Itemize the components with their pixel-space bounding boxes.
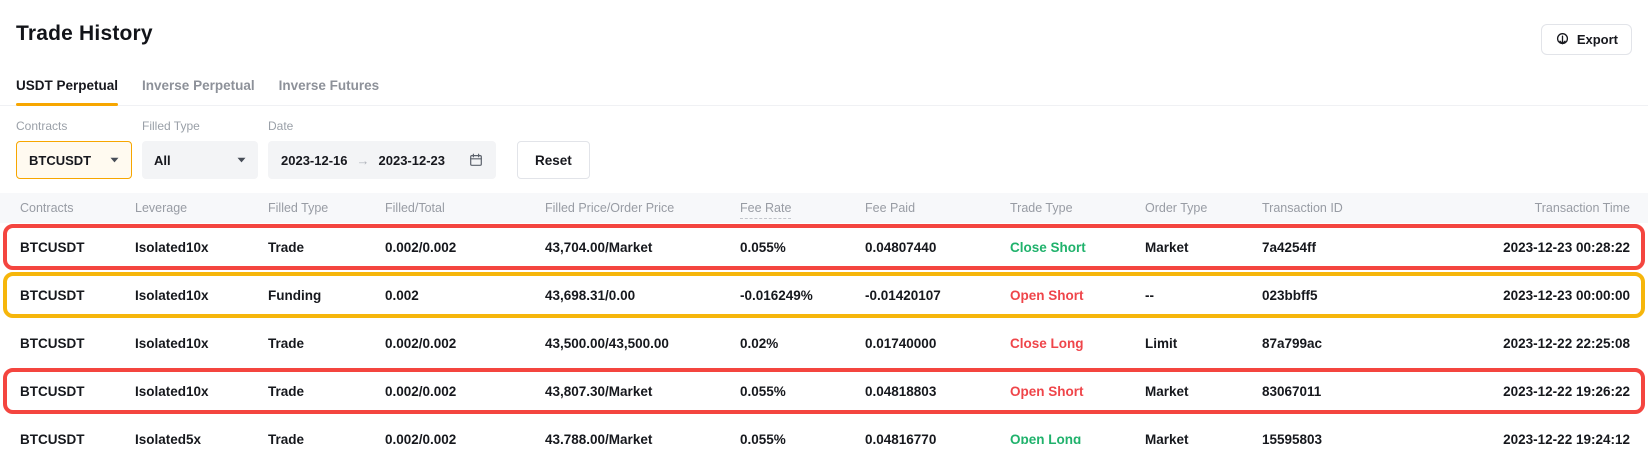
date-filter-label: Date: [268, 119, 496, 133]
table-row: BTCUSDTIsolated10xTrade0.002/0.00243,500…: [0, 319, 1648, 367]
chevron-down-icon: [237, 157, 246, 163]
cell-contracts: BTCUSDT: [20, 336, 135, 351]
column-header-order_type: Order Type: [1145, 201, 1262, 215]
tab-usdt-perpetual[interactable]: USDT Perpetual: [16, 78, 118, 105]
chevron-down-icon: [110, 157, 119, 163]
cell-filled_type: Funding: [268, 288, 385, 303]
cell-tx_id: 023bbff5: [1262, 288, 1420, 303]
cell-filled_total: 0.002: [385, 288, 545, 303]
cell-tx_id: 87a799ac: [1262, 336, 1420, 351]
cell-filled_total: 0.002/0.002: [385, 336, 545, 351]
cell-leverage: Isolated10x: [135, 384, 268, 399]
cell-tx_time: 2023-12-23 00:00:00: [1420, 288, 1630, 303]
cell-filled_type: Trade: [268, 336, 385, 351]
table-row: BTCUSDTIsolated10xFunding0.00243,698.31/…: [0, 271, 1648, 319]
export-button[interactable]: Export: [1541, 24, 1632, 55]
cell-price: 43,698.31/0.00: [545, 288, 740, 303]
contracts-select[interactable]: BTCUSDT: [16, 141, 132, 179]
cell-fee_rate: 0.02%: [740, 336, 865, 351]
cell-order_type: Market: [1145, 384, 1262, 399]
cell-trade_type: Close Long: [1010, 336, 1145, 351]
table-body: BTCUSDTIsolated10xTrade0.002/0.00243,704…: [0, 223, 1648, 463]
trade-history-table: ContractsLeverageFilled TypeFilled/Total…: [0, 193, 1648, 463]
cell-filled_type: Trade: [268, 384, 385, 399]
export-button-label: Export: [1577, 32, 1618, 47]
column-header-filled_total: Filled/Total: [385, 201, 545, 215]
cell-tx_time: 2023-12-23 00:28:22: [1420, 240, 1630, 255]
cell-fee_rate: 0.055%: [740, 384, 865, 399]
date-filter: Date 2023-12-16 → 2023-12-23: [268, 119, 496, 179]
cell-order_type: Market: [1145, 240, 1262, 255]
contracts-filter-label: Contracts: [16, 119, 132, 133]
cell-tx_time: 2023-12-22 22:25:08: [1420, 336, 1630, 351]
filled-type-select-value: All: [154, 153, 171, 168]
filled-type-select[interactable]: All: [142, 141, 258, 179]
tab-bar: USDT Perpetual Inverse Perpetual Inverse…: [0, 78, 1648, 106]
filled-type-filter: Filled Type All: [142, 119, 258, 179]
cell-contracts: BTCUSDT: [20, 240, 135, 255]
date-range-arrow-icon: →: [357, 153, 370, 168]
reset-button[interactable]: Reset: [517, 141, 590, 179]
cell-tx_time: 2023-12-22 19:26:22: [1420, 384, 1630, 399]
cell-fee_rate: -0.016249%: [740, 288, 865, 303]
filters-bar: Contracts BTCUSDT Filled Type All Date 2…: [0, 119, 1648, 179]
export-download-icon: [1555, 32, 1570, 47]
column-header-fee_paid: Fee Paid: [865, 201, 1010, 215]
cell-filled_type: Trade: [268, 240, 385, 255]
cell-trade_type: Open Short: [1010, 288, 1145, 303]
date-range-picker[interactable]: 2023-12-16 → 2023-12-23: [268, 141, 496, 179]
contracts-filter: Contracts BTCUSDT: [16, 119, 132, 179]
cell-filled_total: 0.002/0.002: [385, 240, 545, 255]
tab-inverse-futures[interactable]: Inverse Futures: [279, 78, 380, 105]
cell-price: 43,807.30/Market: [545, 384, 740, 399]
cell-tx_id: 7a4254ff: [1262, 240, 1420, 255]
header-bar: Trade History Export: [0, 0, 1648, 55]
table-row: BTCUSDTIsolated10xTrade0.002/0.00243,807…: [0, 367, 1648, 415]
date-from-value: 2023-12-16: [281, 153, 348, 168]
cell-fee_paid: 0.01740000: [865, 336, 1010, 351]
filled-type-filter-label: Filled Type: [142, 119, 258, 133]
cell-trade_type: Close Short: [1010, 240, 1145, 255]
cell-order_type: --: [1145, 288, 1262, 303]
cell-fee_paid: 0.04818803: [865, 384, 1010, 399]
tab-inverse-perpetual[interactable]: Inverse Perpetual: [142, 78, 255, 105]
column-header-leverage: Leverage: [135, 201, 268, 215]
cell-contracts: BTCUSDT: [20, 288, 135, 303]
column-header-trade_type: Trade Type: [1010, 201, 1145, 215]
date-to-value: 2023-12-23: [379, 153, 446, 168]
column-header-filled_type: Filled Type: [268, 201, 385, 215]
table-row: BTCUSDTIsolated10xTrade0.002/0.00243,704…: [0, 223, 1648, 271]
cell-trade_type: Open Short: [1010, 384, 1145, 399]
cell-leverage: Isolated10x: [135, 288, 268, 303]
cell-price: 43,704.00/Market: [545, 240, 740, 255]
page-title: Trade History: [16, 22, 153, 46]
table-header-row: ContractsLeverageFilled TypeFilled/Total…: [0, 193, 1648, 223]
column-header-price: Filled Price/Order Price: [545, 201, 740, 215]
contracts-select-value: BTCUSDT: [29, 153, 91, 168]
cell-price: 43,500.00/43,500.00: [545, 336, 740, 351]
cell-leverage: Isolated10x: [135, 336, 268, 351]
cell-fee_paid: 0.04807440: [865, 240, 1010, 255]
column-header-contracts: Contracts: [20, 201, 135, 215]
cell-fee_rate: 0.055%: [740, 240, 865, 255]
column-header-tx_time: Transaction Time: [1420, 201, 1630, 215]
cell-fee_paid: -0.01420107: [865, 288, 1010, 303]
calendar-icon: [469, 153, 483, 167]
cell-filled_total: 0.002/0.002: [385, 384, 545, 399]
cell-tx_id: 83067011: [1262, 384, 1420, 399]
cell-order_type: Limit: [1145, 336, 1262, 351]
cell-contracts: BTCUSDT: [20, 384, 135, 399]
cell-leverage: Isolated10x: [135, 240, 268, 255]
column-header-fee_rate[interactable]: Fee Rate: [740, 201, 865, 215]
column-header-tx_id: Transaction ID: [1262, 201, 1420, 215]
viewport-clip-edge: [0, 444, 1648, 468]
